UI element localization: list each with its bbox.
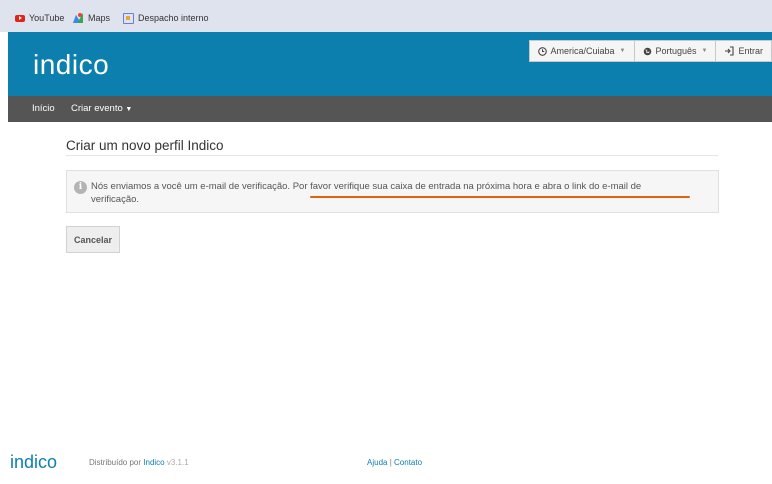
globe-icon xyxy=(643,47,651,55)
login-icon xyxy=(725,46,735,56)
clock-icon xyxy=(537,46,547,56)
powered-by-text: Distribuído por xyxy=(89,458,142,467)
login-button[interactable]: Entrar xyxy=(715,40,772,62)
indico-logo[interactable]: indico xyxy=(33,49,109,81)
site-header: indico America/Cuiaba ▼ Português ▼ Entr… xyxy=(8,32,772,96)
maps-icon xyxy=(73,13,83,23)
version-label: v3.1.1 xyxy=(166,458,189,467)
chevron-down-icon: ▼ xyxy=(701,48,708,54)
document-icon xyxy=(123,12,134,24)
info-icon: i xyxy=(74,181,87,194)
chevron-down-icon: ▼ xyxy=(619,48,626,54)
bookmark-label: Maps xyxy=(88,13,111,23)
footer-logo[interactable]: indico xyxy=(10,452,57,473)
header-controls: America/Cuiaba ▼ Português ▼ Entrar xyxy=(528,40,772,62)
footer-separator: | xyxy=(389,458,392,467)
bookmark-maps[interactable]: Maps xyxy=(72,11,110,25)
login-label: Entrar xyxy=(738,46,763,56)
nav-home[interactable]: Início xyxy=(32,103,55,114)
indico-link[interactable]: Indico xyxy=(143,458,164,467)
nav-create-label: Criar evento xyxy=(71,103,123,114)
annotation-underline xyxy=(310,196,690,198)
footer-powered-by: Distribuído por Indico v3.1.1 xyxy=(89,458,189,467)
cancel-button[interactable]: Cancelar xyxy=(66,226,120,253)
logo-text: indico xyxy=(33,49,110,80)
caret-down-icon: ▼ xyxy=(125,106,133,113)
language-label: Português xyxy=(655,46,697,56)
main-nav: Início Criar evento ▼ xyxy=(8,96,772,122)
info-alert: i Nós enviamos a você um e-mail de verif… xyxy=(66,170,719,213)
timezone-label: America/Cuiaba xyxy=(550,46,615,56)
contact-link[interactable]: Contato xyxy=(394,458,422,467)
page: YouTube Maps Despacho interno indico Ame… xyxy=(0,0,772,484)
bookmark-label: YouTube xyxy=(29,13,65,23)
language-selector[interactable]: Português ▼ xyxy=(633,40,716,62)
footer-links: Ajuda | Contato xyxy=(367,458,422,467)
bookmark-label: Despacho interno xyxy=(138,13,209,23)
timezone-selector[interactable]: America/Cuiaba ▼ xyxy=(528,40,634,62)
bookmark-youtube[interactable]: YouTube xyxy=(15,11,64,25)
youtube-icon xyxy=(15,14,25,22)
title-divider xyxy=(66,155,718,156)
bookmarks-bar: YouTube Maps Despacho interno xyxy=(0,0,772,32)
nav-create-event[interactable]: Criar evento ▼ xyxy=(71,103,132,114)
bookmark-despacho[interactable]: Despacho interno xyxy=(123,11,209,25)
alert-message-continued: verificação. xyxy=(91,194,140,205)
alert-message: Nós enviamos a você um e-mail de verific… xyxy=(91,181,642,192)
help-link[interactable]: Ajuda xyxy=(367,458,387,467)
page-title: Criar um novo perfil Indico xyxy=(66,138,224,153)
